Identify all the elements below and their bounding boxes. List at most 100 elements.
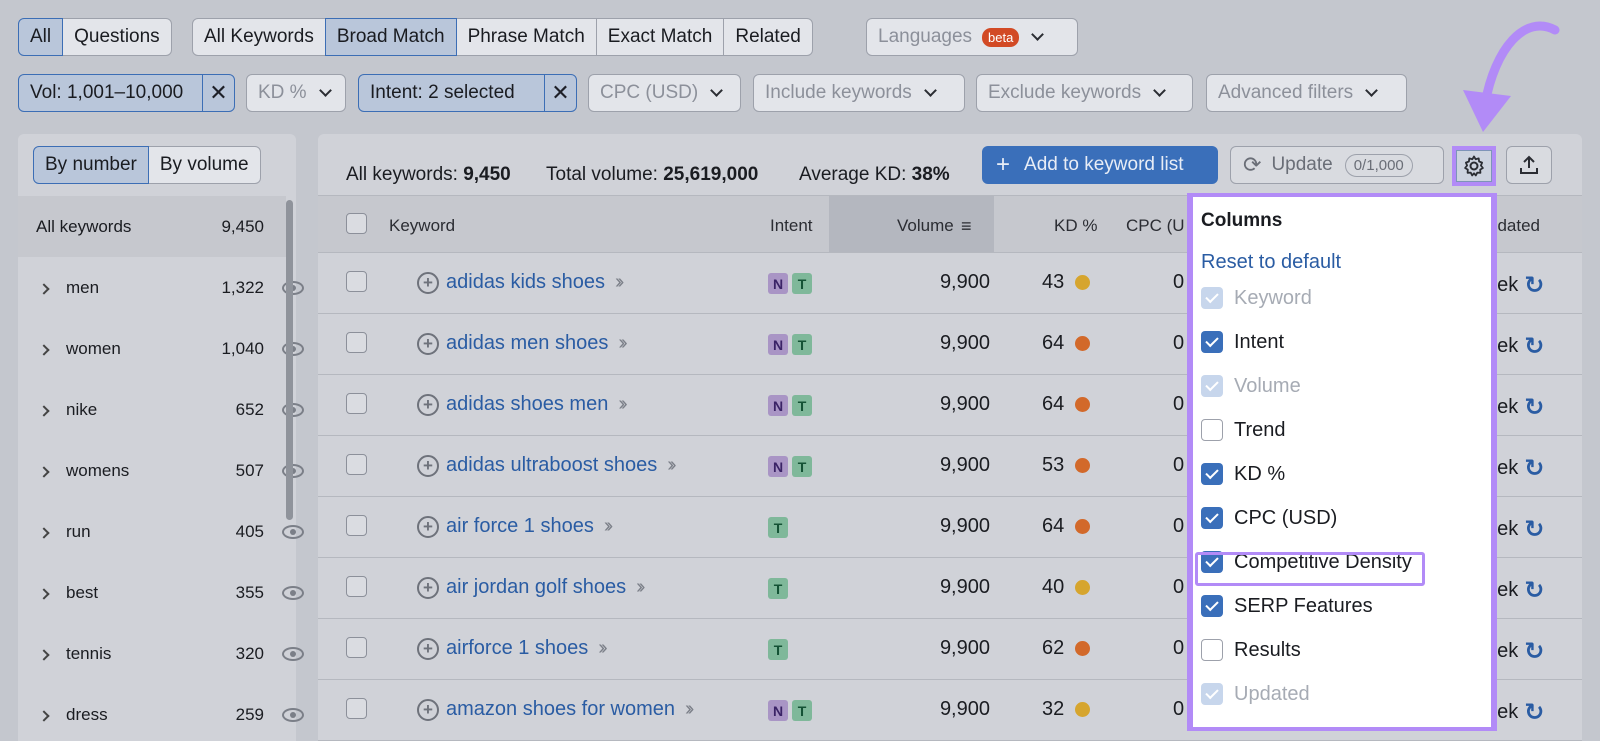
exclude-keywords-filter[interactable]: Exclude keywords [976,74,1193,112]
double-chevron-icon[interactable]: ›› [604,515,614,538]
all-keywords-group[interactable]: All keywords 9,450 [18,196,286,257]
expand-icon[interactable] [38,400,50,420]
group-item[interactable]: run 405 [18,501,304,562]
expand-icon[interactable] [38,339,50,359]
advanced-filters[interactable]: Advanced filters [1206,74,1407,112]
column-option[interactable]: Results [1201,635,1301,665]
tab-related[interactable]: Related [723,18,813,56]
expand-icon[interactable] [38,461,50,481]
cpc-filter[interactable]: CPC (USD) [588,74,741,112]
expand-icon[interactable] [38,278,50,298]
column-checkbox[interactable] [1201,595,1223,617]
column-checkbox[interactable] [1201,639,1223,661]
volume-filter[interactable]: Vol: 1,001–10,000 ✕ [18,74,235,112]
double-chevron-icon[interactable]: ›› [618,393,628,416]
tab-broad-match[interactable]: Broad Match [324,18,457,56]
add-to-keyword-list-button[interactable]: + Add to keyword list [982,146,1218,184]
row-checkbox[interactable] [346,698,367,719]
volume-header-cell[interactable]: Volume ≡ [829,196,994,252]
column-cpc[interactable]: CPC (U [1126,216,1185,236]
add-keyword-icon[interactable]: + [417,637,439,660]
expand-icon[interactable] [38,644,50,664]
add-keyword-icon[interactable]: + [417,698,439,721]
clear-intent-filter-icon[interactable]: ✕ [543,74,576,112]
keyword-link[interactable]: adidas ultraboost shoes [446,454,657,477]
refresh-icon[interactable]: ↻ [1524,698,1544,727]
double-chevron-icon[interactable]: ›› [618,332,628,355]
column-checkbox[interactable] [1201,419,1223,441]
keyword-link[interactable]: adidas kids shoes [446,271,605,294]
select-all-checkbox[interactable] [346,213,367,234]
row-checkbox[interactable] [346,576,367,597]
keyword-link[interactable]: air jordan golf shoes [446,576,626,599]
scrollbar[interactable] [286,200,293,520]
update-button[interactable]: ⟳ Update 0/1,000 [1230,146,1444,184]
double-chevron-icon[interactable]: ›› [685,698,695,721]
column-option[interactable]: CPC (USD) [1201,503,1337,533]
row-checkbox[interactable] [346,637,367,658]
refresh-icon[interactable]: ↻ [1524,332,1544,361]
export-button[interactable] [1506,146,1552,184]
clear-volume-filter-icon[interactable]: ✕ [201,74,234,112]
tab-all[interactable]: All [18,18,64,56]
include-keywords-filter[interactable]: Include keywords [753,74,965,112]
column-option[interactable]: SERP Features [1201,591,1373,621]
tab-phrase-match[interactable]: Phrase Match [455,18,597,56]
tab-exact-match[interactable]: Exact Match [595,18,725,56]
expand-icon[interactable] [38,522,50,542]
column-checkbox[interactable] [1201,331,1223,353]
keyword-link[interactable]: air force 1 shoes [446,515,594,538]
expand-icon[interactable] [38,583,50,603]
refresh-icon[interactable]: ↻ [1524,454,1544,483]
group-item[interactable]: men 1,322 [18,257,304,318]
column-checkbox[interactable] [1201,463,1223,485]
column-kd[interactable]: KD % [1054,216,1097,236]
add-keyword-icon[interactable]: + [417,576,439,599]
keyword-link[interactable]: amazon shoes for women [446,698,675,721]
by-volume-button[interactable]: By volume [147,146,261,184]
eye-icon[interactable] [282,707,304,722]
add-keyword-icon[interactable]: + [417,515,439,538]
column-option[interactable]: Trend [1201,415,1286,445]
keyword-link[interactable]: airforce 1 shoes [446,637,588,660]
group-item[interactable]: women 1,040 [18,318,304,379]
kd-filter[interactable]: KD % [246,74,346,112]
keyword-link[interactable]: adidas shoes men [446,393,608,416]
row-checkbox[interactable] [346,393,367,414]
add-keyword-icon[interactable]: + [417,454,439,477]
column-intent[interactable]: Intent [770,216,813,236]
gear-icon[interactable] [1456,150,1492,182]
intent-filter[interactable]: Intent: 2 selected ✕ [358,74,577,112]
double-chevron-icon[interactable]: ›› [636,576,646,599]
double-chevron-icon[interactable]: ›› [667,454,677,477]
refresh-icon[interactable]: ↻ [1524,515,1544,544]
row-checkbox[interactable] [346,271,367,292]
row-checkbox[interactable] [346,454,367,475]
by-number-button[interactable]: By number [33,146,149,184]
expand-icon[interactable] [38,705,50,725]
tab-questions[interactable]: Questions [62,18,172,56]
row-checkbox[interactable] [346,515,367,536]
column-keyword[interactable]: Keyword [389,216,455,236]
column-option[interactable]: KD % [1201,459,1285,489]
keyword-link[interactable]: adidas men shoes [446,332,608,355]
group-item[interactable]: nike 652 [18,379,304,440]
add-keyword-icon[interactable]: + [417,271,439,294]
add-keyword-icon[interactable]: + [417,393,439,416]
add-keyword-icon[interactable]: + [417,332,439,355]
column-option[interactable]: Intent [1201,327,1284,357]
refresh-icon[interactable]: ↻ [1524,637,1544,666]
double-chevron-icon[interactable]: ›› [615,271,625,294]
group-item[interactable]: tennis 320 [18,623,304,684]
languages-dropdown[interactable]: Languages beta [866,18,1078,56]
group-item[interactable]: best 355 [18,562,304,623]
eye-icon[interactable] [282,524,304,539]
eye-icon[interactable] [282,646,304,661]
refresh-icon[interactable]: ↻ [1524,393,1544,422]
column-checkbox[interactable] [1201,507,1223,529]
tab-all-keywords[interactable]: All Keywords [192,18,326,56]
group-item[interactable]: womens 507 [18,440,304,501]
row-checkbox[interactable] [346,332,367,353]
group-item[interactable]: dress 259 [18,684,304,741]
refresh-icon[interactable]: ↻ [1524,576,1544,605]
